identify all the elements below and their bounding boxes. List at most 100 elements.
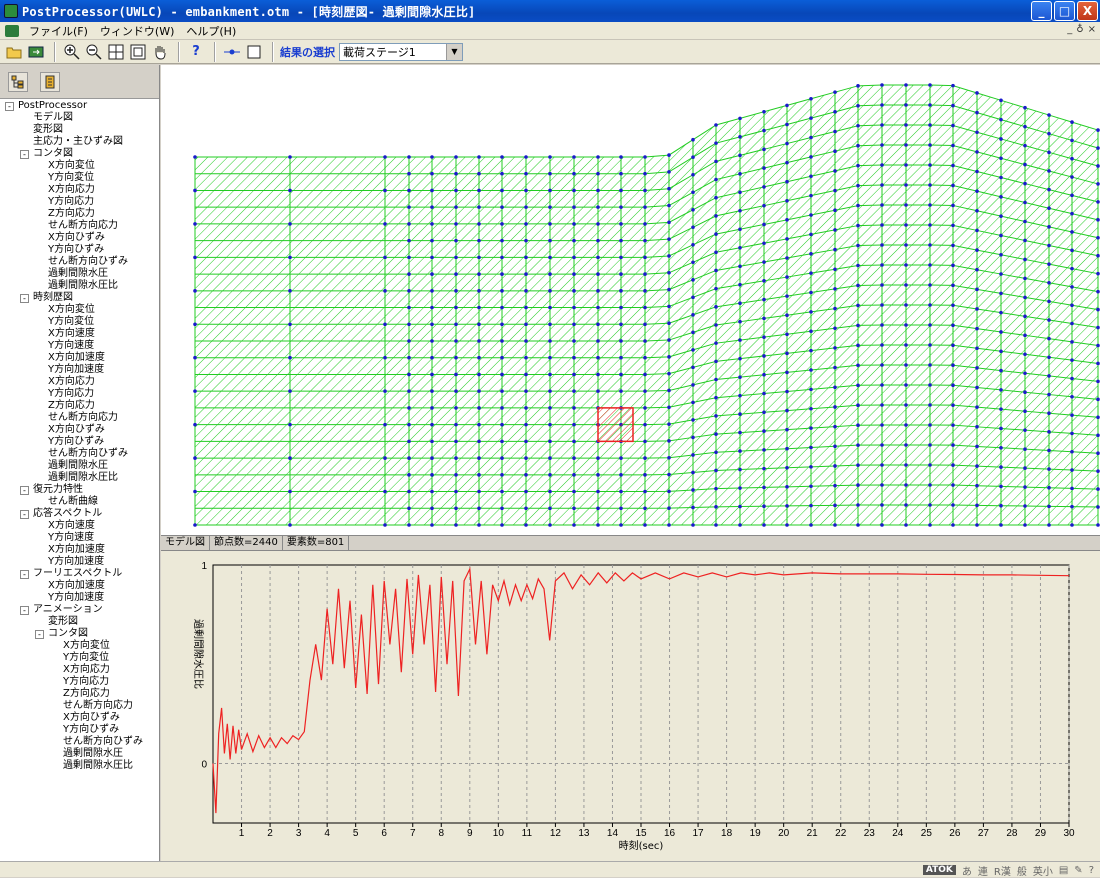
mesh-node[interactable] <box>667 153 671 157</box>
mesh-node[interactable] <box>928 363 932 367</box>
mesh-node[interactable] <box>288 222 292 226</box>
mesh-node[interactable] <box>856 403 860 408</box>
mesh-node[interactable] <box>407 205 411 209</box>
mesh-node[interactable] <box>856 423 860 427</box>
mesh-node[interactable] <box>643 473 647 477</box>
mesh-node[interactable] <box>500 389 504 393</box>
mesh-node[interactable] <box>477 523 481 527</box>
mesh-node[interactable] <box>1070 431 1074 436</box>
mesh-node[interactable] <box>477 406 481 410</box>
mesh-node[interactable] <box>904 503 908 507</box>
mesh-node[interactable] <box>430 222 434 226</box>
mesh-node[interactable] <box>738 245 742 250</box>
mesh-node[interactable] <box>572 489 576 494</box>
mesh-node[interactable] <box>999 407 1003 411</box>
mesh-node[interactable] <box>691 505 695 510</box>
mesh-node[interactable] <box>477 506 481 511</box>
mesh-node[interactable] <box>951 443 955 447</box>
mesh-node[interactable] <box>999 330 1003 334</box>
mesh-node[interactable] <box>667 270 671 275</box>
mesh-node[interactable] <box>572 205 576 209</box>
mesh-node[interactable] <box>785 218 789 222</box>
mesh-node[interactable] <box>477 222 481 226</box>
export-icon[interactable] <box>26 42 46 62</box>
mesh-node[interactable] <box>407 372 411 377</box>
mesh-node[interactable] <box>619 322 623 327</box>
mesh-node[interactable] <box>1047 280 1051 285</box>
mesh-node[interactable] <box>691 260 695 265</box>
mesh-node[interactable] <box>714 268 718 273</box>
mesh-node[interactable] <box>667 203 671 208</box>
mesh-node[interactable] <box>619 523 623 527</box>
mesh-node[interactable] <box>856 483 860 487</box>
mesh-node[interactable] <box>667 287 671 292</box>
mesh-node[interactable] <box>951 343 955 348</box>
mesh-node[interactable] <box>904 223 908 227</box>
mesh-node[interactable] <box>500 489 504 494</box>
ime-mode-hiragana[interactable]: あ <box>962 863 972 878</box>
mesh-node[interactable] <box>548 523 552 527</box>
mesh-node[interactable] <box>1096 128 1100 132</box>
mesh-node[interactable] <box>1023 409 1027 413</box>
mesh-node[interactable] <box>833 169 837 173</box>
mesh-node[interactable] <box>975 523 979 527</box>
mesh-node[interactable] <box>643 272 647 276</box>
mesh-node[interactable] <box>1096 505 1100 509</box>
mesh-node[interactable] <box>407 222 411 226</box>
tree-item[interactable]: Y方向応力 <box>0 388 159 400</box>
mesh-node[interactable] <box>643 188 647 193</box>
mesh-node[interactable] <box>975 267 979 272</box>
mesh-node[interactable] <box>667 388 671 393</box>
ime-mode-conversion[interactable]: 連 <box>978 863 988 878</box>
mesh-node[interactable] <box>524 439 528 444</box>
mesh-node[interactable] <box>762 279 766 283</box>
mesh-node[interactable] <box>714 377 718 382</box>
mesh-node[interactable] <box>667 439 671 443</box>
mesh-node[interactable] <box>383 188 387 193</box>
mesh-node[interactable] <box>193 422 197 427</box>
mesh-node[interactable] <box>430 155 434 159</box>
mesh-node[interactable] <box>1096 523 1100 527</box>
mesh-node[interactable] <box>1096 271 1100 276</box>
mesh-node[interactable] <box>738 486 742 490</box>
mesh-node[interactable] <box>975 110 979 115</box>
mesh-node[interactable] <box>975 444 979 449</box>
mesh-node[interactable] <box>477 238 481 243</box>
mesh-node[interactable] <box>691 172 695 177</box>
mesh-node[interactable] <box>619 155 623 159</box>
mesh-node[interactable] <box>999 252 1003 257</box>
zoom-in-icon[interactable] <box>62 42 82 62</box>
mesh-node[interactable] <box>407 523 411 527</box>
mesh-node[interactable] <box>1070 376 1074 381</box>
mesh-node[interactable] <box>454 439 458 444</box>
mesh-node[interactable] <box>904 463 908 467</box>
mesh-node[interactable] <box>407 171 411 176</box>
mesh-node[interactable] <box>999 503 1003 508</box>
mesh-node[interactable] <box>667 523 671 527</box>
mesh-node[interactable] <box>785 103 789 108</box>
mesh-node[interactable] <box>928 143 932 147</box>
mesh-node[interactable] <box>904 103 908 107</box>
tree-item[interactable]: モデル図 <box>0 112 159 124</box>
tree-item[interactable]: X方向ひずみ <box>0 424 159 436</box>
mesh-node[interactable] <box>833 444 837 449</box>
mesh-node[interactable] <box>928 403 932 407</box>
mesh-node[interactable] <box>928 343 932 347</box>
mesh-node[interactable] <box>1070 303 1074 308</box>
mesh-node[interactable] <box>288 355 292 360</box>
mesh-node[interactable] <box>572 439 576 444</box>
menu-window[interactable]: ウィンドウ(W) <box>94 23 180 39</box>
mesh-node[interactable] <box>880 123 884 127</box>
zoom-out-icon[interactable] <box>84 42 104 62</box>
mesh-node[interactable] <box>928 323 932 327</box>
document-icon[interactable] <box>5 24 19 37</box>
tree-item[interactable]: X方向加速度 <box>0 544 159 556</box>
mesh-node[interactable] <box>975 425 979 429</box>
mesh-node[interactable] <box>714 468 718 473</box>
mesh-node[interactable] <box>1023 314 1027 319</box>
mesh-node[interactable] <box>738 338 742 342</box>
mesh-node[interactable] <box>430 506 434 511</box>
mesh-node[interactable] <box>880 283 884 287</box>
mesh-node[interactable] <box>809 503 813 508</box>
mesh-node[interactable] <box>477 456 481 460</box>
